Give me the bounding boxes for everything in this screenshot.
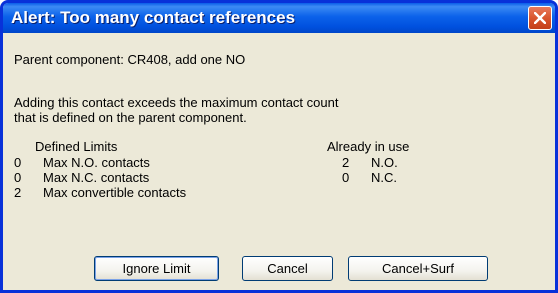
ignore-limit-button[interactable]: Ignore Limit bbox=[94, 256, 219, 281]
window-title: Alert: Too many contact references bbox=[11, 8, 296, 27]
in-use-no-value: 2 bbox=[342, 155, 350, 170]
message-line-1: Adding this contact exceeds the maximum … bbox=[14, 95, 339, 110]
in-use-nc-value: 0 bbox=[342, 170, 350, 185]
alert-dialog: Alert: Too many contact references Paren… bbox=[0, 0, 558, 293]
cancel-button[interactable]: Cancel bbox=[242, 256, 333, 281]
limit-no-label: Max N.O. contacts bbox=[43, 155, 150, 170]
limit-convertible-label: Max convertible contacts bbox=[43, 185, 187, 200]
limit-nc-label: Max N.C. contacts bbox=[43, 170, 150, 185]
limit-convertible-value: 2 bbox=[14, 185, 22, 200]
parent-component-text: Parent component: CR408, add one NO bbox=[14, 52, 246, 67]
limit-no-value: 0 bbox=[14, 155, 22, 170]
close-icon bbox=[534, 12, 546, 24]
already-in-use-header: Already in use bbox=[327, 139, 410, 154]
title-bar[interactable]: Alert: Too many contact references bbox=[3, 3, 555, 33]
dialog-body: Parent component: CR408, add one NO Addi… bbox=[3, 33, 555, 290]
defined-limits-header: Defined Limits bbox=[35, 139, 118, 154]
limit-nc-value: 0 bbox=[14, 170, 22, 185]
in-use-no-label: N.O. bbox=[371, 155, 398, 170]
cancel-surf-button[interactable]: Cancel+Surf bbox=[348, 256, 488, 281]
in-use-nc-label: N.C. bbox=[371, 170, 397, 185]
close-button[interactable] bbox=[528, 6, 552, 30]
message-line-2: that is defined on the parent component. bbox=[14, 110, 247, 125]
